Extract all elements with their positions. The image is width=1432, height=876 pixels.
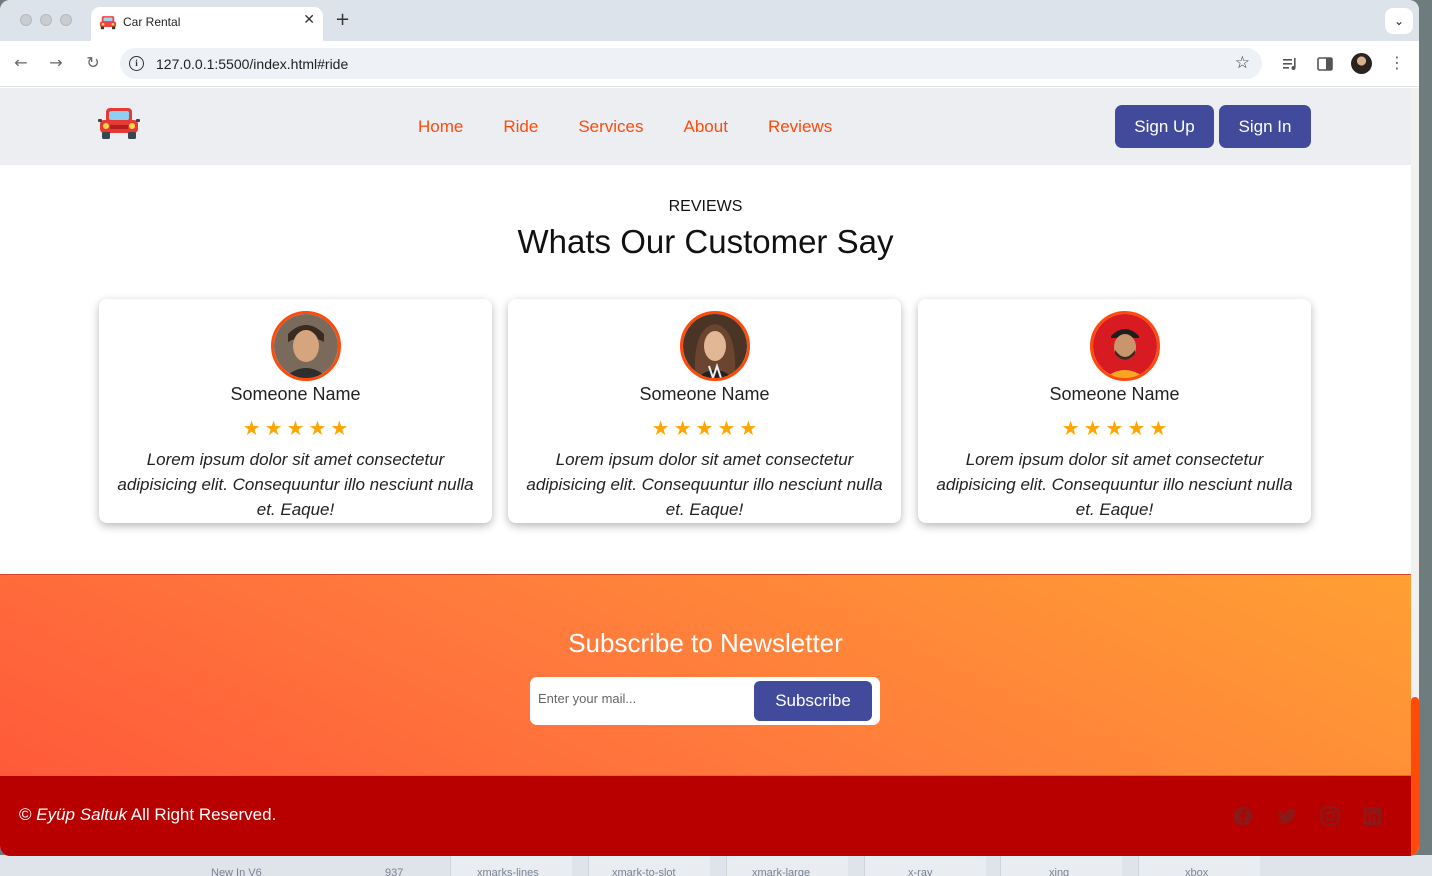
star-icon: ★	[651, 416, 670, 440]
bookmark-star-icon[interactable]: ☆	[1235, 53, 1250, 73]
background-app-strip: New In V6 937 xmarks-lines xmark-to-slot…	[0, 855, 1432, 876]
tab-bar: Car Rental ✕ + ⌄	[0, 0, 1419, 41]
site-info-icon[interactable]: i	[129, 56, 144, 71]
browser-window: Car Rental ✕ + ⌄ ← → ↻ i 127.0.0.1:5500/…	[0, 0, 1419, 856]
car-logo-icon[interactable]	[98, 105, 140, 141]
media-control-icon[interactable]	[1281, 55, 1299, 73]
window-close-control[interactable]	[20, 14, 32, 26]
tab-close-icon[interactable]: ✕	[303, 12, 315, 28]
browser-menu-icon[interactable]: ⋮	[1386, 53, 1408, 72]
reload-icon[interactable]: ↻	[82, 53, 104, 72]
side-panel-icon[interactable]	[1316, 55, 1334, 73]
window-zoom-control[interactable]	[60, 14, 72, 26]
star-icon: ★	[308, 416, 327, 440]
star-icon: ★	[717, 416, 736, 440]
linkedin-icon[interactable]	[1362, 806, 1382, 826]
newsletter-title: Subscribe to Newsletter	[568, 628, 843, 658]
subscribe-button[interactable]: Subscribe	[754, 681, 872, 721]
star-icon: ★	[739, 416, 758, 440]
star-rating: ★ ★ ★ ★ ★	[918, 418, 1311, 439]
forward-arrow-icon[interactable]: →	[45, 53, 67, 72]
background-text: xbox	[1185, 867, 1209, 876]
nav-link-home[interactable]: Home	[418, 117, 463, 137]
sign-up-button[interactable]: Sign Up	[1115, 105, 1214, 148]
newsletter-form: Subscribe	[530, 677, 880, 725]
newsletter-email-input[interactable]	[538, 691, 748, 706]
nav-link-reviews[interactable]: Reviews	[768, 117, 832, 137]
site-footer: © Eyüp Saltuk All Right Reserved.	[0, 775, 1411, 856]
background-text: xmark-to-slot	[612, 867, 676, 876]
review-card: Someone Name ★ ★ ★ ★ ★ Lorem ipsum dolor sit…	[918, 299, 1311, 523]
copyright-text: © Eyüp Saltuk All Right Reserved.	[19, 805, 276, 825]
tab-search-chevron-icon[interactable]: ⌄	[1385, 8, 1413, 34]
star-rating: ★ ★ ★ ★ ★	[99, 418, 492, 439]
reviewer-name: Someone Name	[1049, 384, 1180, 404]
facebook-icon[interactable]	[1233, 806, 1253, 826]
star-icon: ★	[242, 416, 261, 440]
reviews-section-title: Whats Our Customer Say	[517, 223, 894, 260]
review-card: Someone Name ★ ★ ★ ★ ★ Lorem ipsum dolor sit…	[99, 299, 492, 523]
background-text: xmark-large	[752, 867, 811, 876]
reviewer-avatar	[680, 311, 750, 381]
star-icon: ★	[286, 416, 305, 440]
author-name: Eyüp Saltuk	[36, 805, 127, 824]
reviewer-name: Someone Name	[639, 384, 770, 404]
back-arrow-icon[interactable]: ←	[10, 53, 32, 72]
url-text[interactable]: 127.0.0.1:5500/index.html#ride	[156, 56, 348, 72]
main-nav: Home Ride Services About Reviews	[418, 117, 832, 137]
star-icon: ★	[330, 416, 349, 440]
nav-link-services[interactable]: Services	[578, 117, 643, 137]
star-icon: ★	[673, 416, 692, 440]
background-text: xing	[1049, 867, 1070, 876]
reviewer-name: Someone Name	[230, 384, 361, 404]
tab-title: Car Rental	[123, 15, 181, 29]
review-text: Lorem ipsum dolor sit amet consectetur a…	[936, 450, 1293, 519]
nav-link-ride[interactable]: Ride	[503, 117, 538, 137]
twitter-icon[interactable]	[1277, 806, 1297, 826]
browser-tab[interactable]: Car Rental ✕	[91, 7, 323, 41]
star-icon: ★	[1127, 416, 1146, 440]
instagram-icon[interactable]	[1320, 806, 1340, 826]
browser-toolbar: ← → ↻ i 127.0.0.1:5500/index.html#ride ☆…	[0, 41, 1419, 87]
copyright-symbol: ©	[19, 805, 32, 824]
star-icon: ★	[1083, 416, 1102, 440]
star-icon: ★	[1105, 416, 1124, 440]
newsletter-section: Subscribe to Newsletter Subscribe	[0, 574, 1411, 775]
reviews-section-label: REVIEWS	[668, 198, 743, 215]
review-text: Lorem ipsum dolor sit amet consectetur a…	[526, 450, 883, 519]
rights-text: All Right Reserved.	[130, 805, 277, 824]
address-bar[interactable]: i 127.0.0.1:5500/index.html#ride ☆	[120, 48, 1262, 79]
review-text: Lorem ipsum dolor sit amet consectetur a…	[117, 450, 474, 519]
star-icon: ★	[1149, 416, 1168, 440]
web-page: Home Ride Services About Reviews Sign Up…	[0, 88, 1411, 856]
reviewer-avatar	[1090, 311, 1160, 381]
star-rating: ★ ★ ★ ★ ★	[508, 418, 901, 439]
background-text: x-ray	[908, 867, 933, 876]
sign-in-button[interactable]: Sign In	[1219, 105, 1311, 148]
review-card: Someone Name ★ ★ ★ ★ ★ Lorem ipsum dolor sit…	[508, 299, 901, 523]
new-tab-button[interactable]: +	[335, 9, 350, 30]
reviewer-avatar	[271, 311, 341, 381]
window-minimize-control[interactable]	[40, 14, 52, 26]
nav-link-about[interactable]: About	[684, 117, 728, 137]
star-icon: ★	[264, 416, 283, 440]
star-icon: ★	[1061, 416, 1080, 440]
star-icon: ★	[695, 416, 714, 440]
scrollbar-thumb[interactable]	[1411, 697, 1419, 856]
profile-avatar[interactable]	[1351, 53, 1372, 74]
background-text: 937	[385, 867, 404, 876]
site-header: Home Ride Services About Reviews Sign Up…	[0, 88, 1411, 165]
car-favicon-icon	[99, 16, 117, 30]
background-text: New In V6	[211, 867, 262, 876]
background-text: xmarks-lines	[477, 867, 539, 876]
